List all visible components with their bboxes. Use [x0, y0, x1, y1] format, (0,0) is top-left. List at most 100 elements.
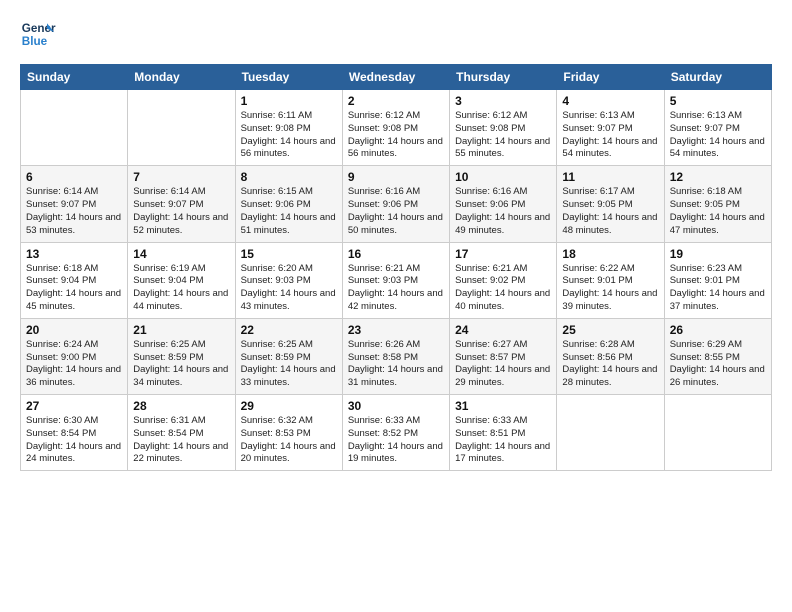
calendar-day-cell: 22 Sunrise: 6:25 AMSunset: 8:59 PMDayligh…	[235, 318, 342, 394]
calendar-day-cell: 25 Sunrise: 6:28 AMSunset: 8:56 PMDayligh…	[557, 318, 664, 394]
weekday-header: Wednesday	[342, 65, 449, 90]
weekday-header: Monday	[128, 65, 235, 90]
day-info: Sunrise: 6:25 AMSunset: 8:59 PMDaylight:…	[133, 339, 229, 390]
weekday-header: Tuesday	[235, 65, 342, 90]
calendar-week-row: 27 Sunrise: 6:30 AMSunset: 8:54 PMDayligh…	[21, 395, 772, 471]
day-number: 26	[670, 323, 766, 337]
calendar-day-cell: 23Sunrise: 6:26 AMSunset: 8:58 PMDayligh…	[342, 318, 449, 394]
day-number: 3	[455, 94, 551, 108]
day-number: 24	[455, 323, 551, 337]
calendar-day-cell: 3 Sunrise: 6:12 AMSunset: 9:08 PMDaylight…	[450, 90, 557, 166]
day-number: 4	[562, 94, 658, 108]
calendar-day-cell	[128, 90, 235, 166]
day-number: 29	[241, 399, 337, 413]
day-info: Sunrise: 6:11 AMSunset: 9:08 PMDaylight:…	[241, 110, 337, 161]
calendar-day-cell: 30 Sunrise: 6:33 AMSunset: 8:52 PMDayligh…	[342, 395, 449, 471]
calendar-day-cell: 19 Sunrise: 6:23 AMSunset: 9:01 PMDayligh…	[664, 242, 771, 318]
day-info: Sunrise: 6:15 AMSunset: 9:06 PMDaylight:…	[241, 186, 337, 237]
day-number: 19	[670, 247, 766, 261]
day-info: Sunrise: 6:31 AMSunset: 8:54 PMDaylight:…	[133, 415, 229, 466]
day-number: 10	[455, 170, 551, 184]
day-info: Sunrise: 6:23 AMSunset: 9:01 PMDaylight:…	[670, 263, 766, 314]
calendar-day-cell: 29Sunrise: 6:32 AMSunset: 8:53 PMDayligh…	[235, 395, 342, 471]
day-number: 15	[241, 247, 337, 261]
day-info: Sunrise: 6:28 AMSunset: 8:56 PMDaylight:…	[562, 339, 658, 390]
day-info: Sunrise: 6:27 AMSunset: 8:57 PMDaylight:…	[455, 339, 551, 390]
day-info: Sunrise: 6:25 AMSunset: 8:59 PMDaylight:…	[241, 339, 337, 390]
day-info: Sunrise: 6:20 AMSunset: 9:03 PMDaylight:…	[241, 263, 337, 314]
day-info: Sunrise: 6:16 AMSunset: 9:06 PMDaylight:…	[348, 186, 444, 237]
calendar-day-cell: 17 Sunrise: 6:21 AMSunset: 9:02 PMDayligh…	[450, 242, 557, 318]
logo-icon: General Blue	[20, 16, 56, 52]
day-info: Sunrise: 6:29 AMSunset: 8:55 PMDaylight:…	[670, 339, 766, 390]
calendar-week-row: 13 Sunrise: 6:18 AMSunset: 9:04 PMDayligh…	[21, 242, 772, 318]
day-info: Sunrise: 6:14 AMSunset: 9:07 PMDaylight:…	[133, 186, 229, 237]
weekday-header: Saturday	[664, 65, 771, 90]
calendar-day-cell: 18 Sunrise: 6:22 AMSunset: 9:01 PMDayligh…	[557, 242, 664, 318]
header: General Blue	[20, 16, 772, 52]
calendar-day-cell: 24 Sunrise: 6:27 AMSunset: 8:57 PMDayligh…	[450, 318, 557, 394]
day-info: Sunrise: 6:33 AMSunset: 8:51 PMDaylight:…	[455, 415, 551, 466]
calendar-day-cell: 2Sunrise: 6:12 AMSunset: 9:08 PMDaylight…	[342, 90, 449, 166]
calendar-week-row: 20 Sunrise: 6:24 AMSunset: 9:00 PMDayligh…	[21, 318, 772, 394]
calendar-day-cell: 31Sunrise: 6:33 AMSunset: 8:51 PMDayligh…	[450, 395, 557, 471]
day-number: 25	[562, 323, 658, 337]
day-number: 13	[26, 247, 122, 261]
day-number: 23	[348, 323, 444, 337]
day-number: 17	[455, 247, 551, 261]
calendar-week-row: 1 Sunrise: 6:11 AMSunset: 9:08 PMDaylight…	[21, 90, 772, 166]
day-info: Sunrise: 6:13 AMSunset: 9:07 PMDaylight:…	[670, 110, 766, 161]
day-number: 14	[133, 247, 229, 261]
day-info: Sunrise: 6:12 AMSunset: 9:08 PMDaylight:…	[348, 110, 444, 161]
day-info: Sunrise: 6:17 AMSunset: 9:05 PMDaylight:…	[562, 186, 658, 237]
calendar-day-cell	[664, 395, 771, 471]
day-info: Sunrise: 6:13 AMSunset: 9:07 PMDaylight:…	[562, 110, 658, 161]
day-number: 27	[26, 399, 122, 413]
calendar-day-cell: 10 Sunrise: 6:16 AMSunset: 9:06 PMDayligh…	[450, 166, 557, 242]
calendar-day-cell: 27 Sunrise: 6:30 AMSunset: 8:54 PMDayligh…	[21, 395, 128, 471]
calendar-day-cell: 11Sunrise: 6:17 AMSunset: 9:05 PMDayligh…	[557, 166, 664, 242]
day-number: 21	[133, 323, 229, 337]
day-info: Sunrise: 6:22 AMSunset: 9:01 PMDaylight:…	[562, 263, 658, 314]
day-info: Sunrise: 6:21 AMSunset: 9:03 PMDaylight:…	[348, 263, 444, 314]
logo: General Blue	[20, 16, 60, 52]
weekday-header: Friday	[557, 65, 664, 90]
calendar-day-cell: 20 Sunrise: 6:24 AMSunset: 9:00 PMDayligh…	[21, 318, 128, 394]
day-info: Sunrise: 6:21 AMSunset: 9:02 PMDaylight:…	[455, 263, 551, 314]
day-info: Sunrise: 6:18 AMSunset: 9:04 PMDaylight:…	[26, 263, 122, 314]
calendar-day-cell: 26 Sunrise: 6:29 AMSunset: 8:55 PMDayligh…	[664, 318, 771, 394]
day-number: 16	[348, 247, 444, 261]
calendar-day-cell: 8 Sunrise: 6:15 AMSunset: 9:06 PMDaylight…	[235, 166, 342, 242]
day-info: Sunrise: 6:18 AMSunset: 9:05 PMDaylight:…	[670, 186, 766, 237]
day-info: Sunrise: 6:33 AMSunset: 8:52 PMDaylight:…	[348, 415, 444, 466]
calendar-day-cell: 15 Sunrise: 6:20 AMSunset: 9:03 PMDayligh…	[235, 242, 342, 318]
calendar-day-cell	[21, 90, 128, 166]
calendar-day-cell: 14Sunrise: 6:19 AMSunset: 9:04 PMDayligh…	[128, 242, 235, 318]
calendar-day-cell: 7 Sunrise: 6:14 AMSunset: 9:07 PMDaylight…	[128, 166, 235, 242]
weekday-row: SundayMondayTuesdayWednesdayThursdayFrid…	[21, 65, 772, 90]
day-number: 8	[241, 170, 337, 184]
calendar-day-cell: 13 Sunrise: 6:18 AMSunset: 9:04 PMDayligh…	[21, 242, 128, 318]
day-info: Sunrise: 6:30 AMSunset: 8:54 PMDaylight:…	[26, 415, 122, 466]
calendar-day-cell: 9Sunrise: 6:16 AMSunset: 9:06 PMDaylight…	[342, 166, 449, 242]
weekday-header: Thursday	[450, 65, 557, 90]
day-number: 20	[26, 323, 122, 337]
calendar-day-cell: 12 Sunrise: 6:18 AMSunset: 9:05 PMDayligh…	[664, 166, 771, 242]
day-number: 6	[26, 170, 122, 184]
day-number: 1	[241, 94, 337, 108]
day-number: 18	[562, 247, 658, 261]
day-info: Sunrise: 6:14 AMSunset: 9:07 PMDaylight:…	[26, 186, 122, 237]
day-number: 7	[133, 170, 229, 184]
page: General Blue SundayMondayTuesdayWednesda…	[0, 0, 792, 612]
svg-text:Blue: Blue	[22, 35, 48, 48]
calendar-day-cell: 16 Sunrise: 6:21 AMSunset: 9:03 PMDayligh…	[342, 242, 449, 318]
day-number: 30	[348, 399, 444, 413]
calendar-body: 1 Sunrise: 6:11 AMSunset: 9:08 PMDaylight…	[21, 90, 772, 471]
day-number: 12	[670, 170, 766, 184]
calendar-day-cell: 21 Sunrise: 6:25 AMSunset: 8:59 PMDayligh…	[128, 318, 235, 394]
day-number: 22	[241, 323, 337, 337]
day-info: Sunrise: 6:12 AMSunset: 9:08 PMDaylight:…	[455, 110, 551, 161]
day-info: Sunrise: 6:24 AMSunset: 9:00 PMDaylight:…	[26, 339, 122, 390]
day-info: Sunrise: 6:16 AMSunset: 9:06 PMDaylight:…	[455, 186, 551, 237]
calendar-day-cell: 4 Sunrise: 6:13 AMSunset: 9:07 PMDaylight…	[557, 90, 664, 166]
